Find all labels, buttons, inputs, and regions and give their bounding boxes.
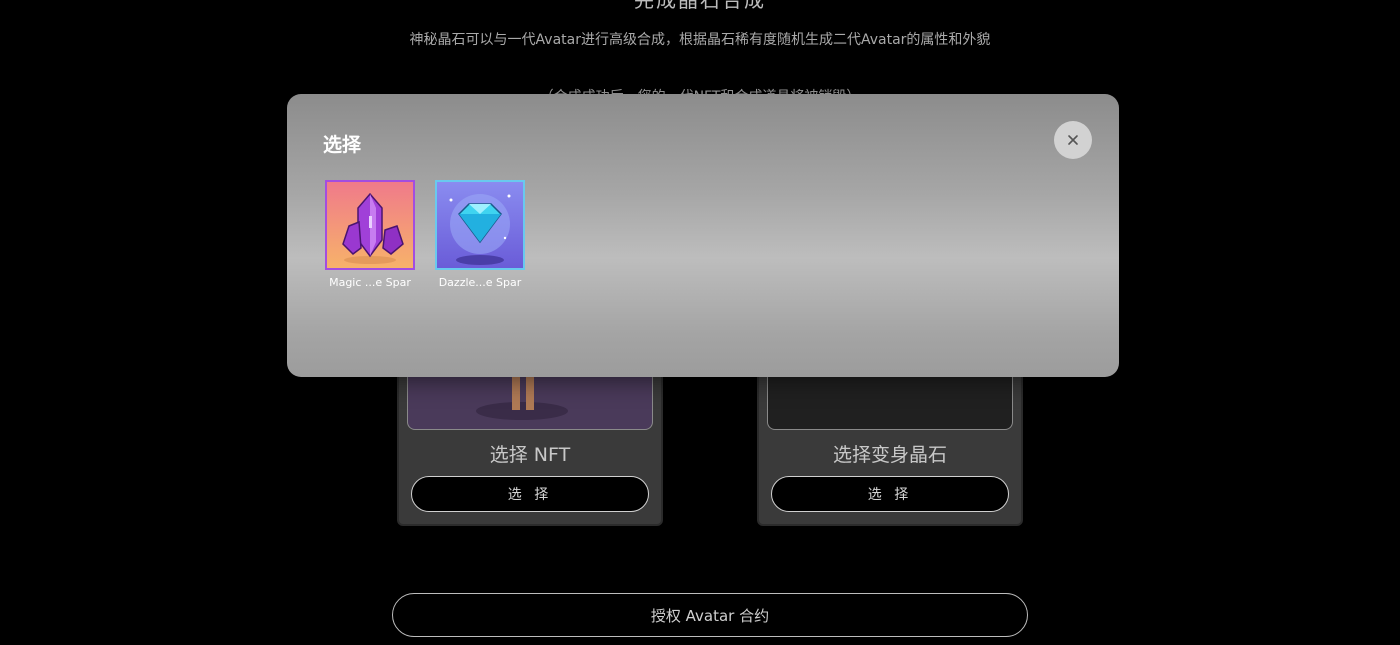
nft-character-image: [504, 372, 540, 410]
magic-spar-thumbnail: [325, 180, 415, 270]
blue-diamond-icon: [437, 182, 523, 268]
close-icon: [1068, 135, 1078, 145]
spar-item-magic[interactable]: Magic ...e Spar: [324, 180, 416, 289]
select-modal: 选择 Magic ...e Spar Dazzle...e Spar: [287, 94, 1119, 377]
modal-title: 选择: [323, 134, 362, 156]
select-nft-button[interactable]: 选 择: [411, 476, 649, 512]
dazzle-spar-label: Dazzle...e Spar: [438, 276, 522, 289]
page-description: 神秘晶石可以与一代Avatar进行高级合成，根据晶石稀有度随机生成二代Avata…: [409, 32, 991, 48]
magic-spar-label: Magic ...e Spar: [329, 276, 411, 289]
select-nft-title: 选择 NFT: [489, 444, 571, 466]
authorize-avatar-contract-button[interactable]: 授权 Avatar 合约: [392, 593, 1028, 637]
spar-item-dazzle[interactable]: Dazzle...e Spar: [434, 180, 526, 289]
modal-close-button[interactable]: [1054, 121, 1092, 159]
page-heading: 完成晶石合成: [634, 0, 766, 12]
select-spar-button[interactable]: 选 择: [771, 476, 1009, 512]
select-spar-title: 选择变身晶石: [832, 444, 947, 466]
purple-crystal-icon: [327, 182, 413, 268]
dazzle-spar-thumbnail: [435, 180, 525, 270]
